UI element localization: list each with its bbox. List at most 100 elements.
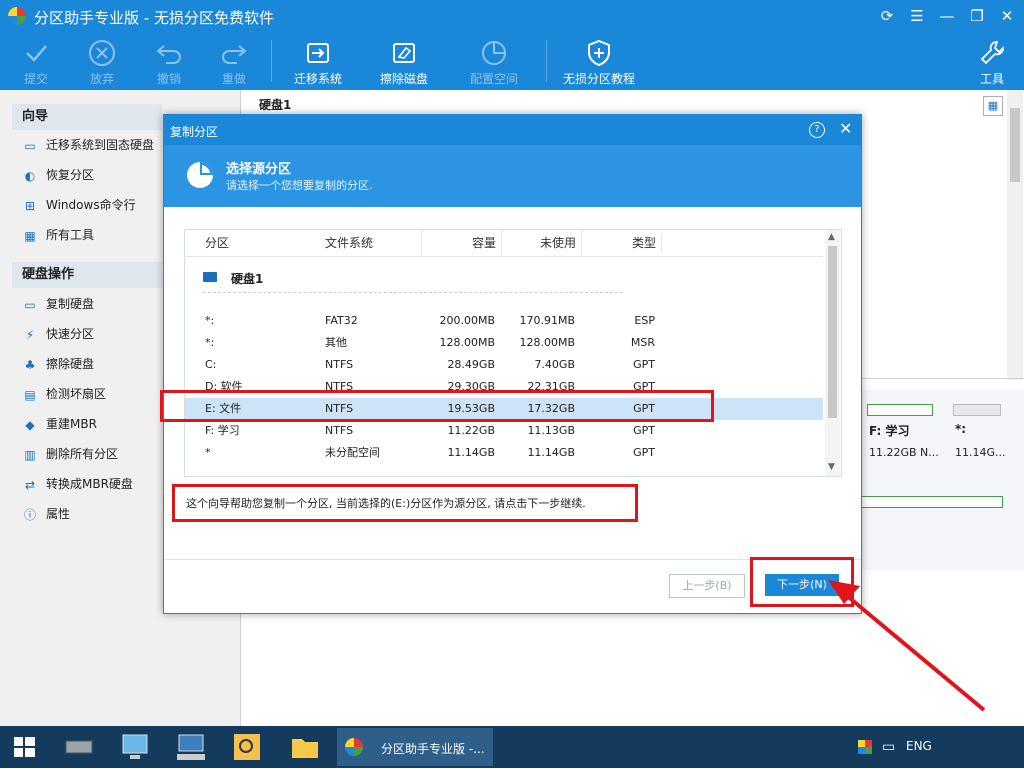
chip-icon: [65, 740, 93, 754]
table-row[interactable]: C: NTFS 28.49GB 7.40GB GPT: [185, 354, 823, 376]
cancel-icon: [89, 40, 115, 66]
table-row[interactable]: F: 学习 NTFS 11.22GB 11.13GB GPT: [185, 420, 823, 442]
partition-cards: F: 学习 11.22GB N... *: 11.14G...: [861, 390, 1024, 570]
taskbar-active-app[interactable]: 分区助手专业版 -...: [337, 728, 493, 766]
title-bar: 分区助手专业版 - 无损分区免费软件 ⟳ ☰ — ❐ ✕: [0, 0, 1024, 32]
migrate-system-button[interactable]: 迁移系统: [288, 32, 348, 90]
recover-icon: ◐: [24, 168, 36, 183]
disk-item-check-bad-sectors[interactable]: ▤ 检测坏扇区: [22, 379, 106, 409]
wizard-item-recover-partition[interactable]: ◐ 恢复分区: [22, 160, 94, 190]
column-header-type[interactable]: 类型: [581, 230, 656, 256]
info-icon: ⓘ: [23, 507, 36, 522]
table-row[interactable]: * 未分配空间 11.14GB 11.14GB GPT: [185, 442, 823, 464]
disk-item-delete-all-partitions[interactable]: ▥ 删除所有分区: [22, 439, 118, 469]
tray-color-icon[interactable]: [858, 740, 872, 754]
undo-button[interactable]: 撤销: [145, 32, 193, 90]
wizard-item-all-tools[interactable]: ▦ 所有工具: [22, 220, 94, 250]
close-window-button[interactable]: ✕: [996, 6, 1018, 26]
language-indicator[interactable]: ENG: [906, 739, 932, 753]
dialog-close-icon[interactable]: ✕: [839, 119, 852, 138]
taskbar-chip-app[interactable]: [56, 728, 102, 766]
undo-icon: [156, 45, 181, 64]
column-header-unused[interactable]: 未使用: [501, 230, 576, 256]
convert-icon: ⇄: [24, 477, 36, 492]
usage-bar: [861, 496, 1003, 508]
partition-card-name[interactable]: F: 学习: [869, 422, 910, 439]
toolbar-separator: [546, 40, 547, 82]
list-scrollbar[interactable]: ▲ ▼: [825, 230, 840, 476]
disk-item-properties[interactable]: ⓘ 属性: [22, 499, 70, 529]
taskbar-app-label: 分区助手专业版 -...: [381, 742, 485, 756]
cell-filesystem: 未分配空间: [325, 446, 380, 459]
column-header-partition[interactable]: 分区: [205, 230, 229, 256]
cell-filesystem: 其他: [325, 336, 347, 349]
disk-item-copy-disk[interactable]: ▭ 复制硬盘: [22, 289, 94, 319]
cell-partition: *: [205, 446, 211, 459]
partition-card-name[interactable]: *:: [955, 422, 966, 436]
dialog-header-title: 选择源分区: [226, 162, 292, 177]
table-row[interactable]: *: FAT32 200.00MB 170.91MB ESP: [185, 310, 823, 332]
computer-icon: [122, 734, 148, 759]
dialog-title: 复制分区: [170, 125, 219, 139]
view-toggle-icon[interactable]: ▦: [983, 96, 1003, 116]
drive-arrow-icon: [307, 43, 329, 63]
tray-display-icon[interactable]: ▭: [882, 739, 895, 755]
cell-unused: 128.00MB: [519, 336, 575, 349]
cell-type: GPT: [633, 446, 655, 459]
help-icon[interactable]: ?: [809, 122, 825, 138]
chevron-down-icon[interactable]: ▼: [828, 462, 835, 472]
window-title: 分区助手专业版 - 无损分区免费软件: [34, 9, 274, 27]
cell-unused: 7.40GB: [534, 358, 575, 371]
disk-item-convert-mbr[interactable]: ⇄ 转换成MBR硬盘: [22, 469, 133, 499]
allocate-space-button[interactable]: 配置空间: [464, 32, 524, 90]
column-header-filesystem[interactable]: 文件系统: [325, 230, 373, 256]
taskbar: 分区助手专业版 -... ▭ ENG: [0, 726, 1024, 768]
disk-header-label: 硬盘1: [259, 98, 292, 112]
cell-unused: 11.14GB: [527, 446, 575, 459]
taskbar-file-explorer[interactable]: [282, 728, 328, 766]
start-button[interactable]: [2, 728, 48, 766]
cell-partition: *:: [205, 336, 215, 349]
disk-item-wipe-disk[interactable]: ♣ 擦除硬盘: [22, 349, 94, 379]
discard-button[interactable]: 放弃: [78, 32, 126, 90]
redo-button[interactable]: 重做: [210, 32, 258, 90]
cell-partition: C:: [205, 358, 217, 371]
disk-item-quick-partition[interactable]: ⚡ 快速分区: [22, 319, 94, 349]
app-logo-icon: [345, 738, 363, 756]
cell-partition: F: 学习: [205, 424, 240, 437]
toolbar-separator: [271, 40, 272, 82]
restore-button[interactable]: ❐: [966, 6, 988, 26]
cell-type: ESP: [634, 314, 655, 327]
column-header-capacity[interactable]: 容量: [421, 230, 496, 256]
chevron-up-icon[interactable]: ▲: [828, 232, 835, 242]
minimize-button[interactable]: —: [936, 6, 958, 26]
menu-icon[interactable]: ☰: [906, 6, 928, 26]
main-scrollbar[interactable]: [1007, 90, 1023, 380]
annotation-arrow: [828, 580, 986, 712]
taskbar-search-app[interactable]: [224, 728, 270, 766]
wipe-disk-button[interactable]: 擦除磁盘: [374, 32, 434, 90]
copy-disk-icon: ▭: [24, 297, 36, 312]
pie-icon: [482, 41, 506, 65]
cell-capacity: 11.22GB: [447, 424, 495, 437]
delete-icon: ▥: [24, 447, 36, 462]
wizard-item-migrate-ssd[interactable]: ▭ 迁移系统到固态硬盘: [22, 130, 154, 160]
partition-card-size: 11.14G...: [955, 446, 1006, 459]
list-header: 分区 文件系统 容量 未使用 类型: [185, 230, 823, 257]
wizard-item-windows-cmd[interactable]: ⊞ Windows命令行: [22, 190, 136, 220]
previous-button[interactable]: 上一步(B): [669, 574, 745, 598]
taskbar-computer-app[interactable]: [112, 728, 158, 766]
disk-item-rebuild-mbr[interactable]: ◆ 重建MBR: [22, 409, 97, 439]
tutorial-button[interactable]: 无损分区教程: [556, 32, 642, 90]
table-row[interactable]: *: 其他 128.00MB 128.00MB MSR: [185, 332, 823, 354]
taskbar-keyboard-app[interactable]: [168, 728, 214, 766]
refresh-icon[interactable]: ⟳: [876, 6, 898, 26]
copy-partition-dialog: 复制分区 ? ✕ 选择源分区 请选择一个您想要复制的分区. 分区 文件系统 容量…: [163, 114, 862, 614]
cell-capacity: 11.14GB: [447, 446, 495, 459]
commit-button[interactable]: 提交: [12, 32, 60, 90]
magnifier-icon: [234, 734, 260, 760]
keyboard-monitor-icon: [177, 734, 205, 760]
windows-start-icon: [14, 737, 35, 757]
check-sector-icon: ▤: [24, 387, 36, 402]
tools-button[interactable]: 工具: [970, 32, 1014, 90]
